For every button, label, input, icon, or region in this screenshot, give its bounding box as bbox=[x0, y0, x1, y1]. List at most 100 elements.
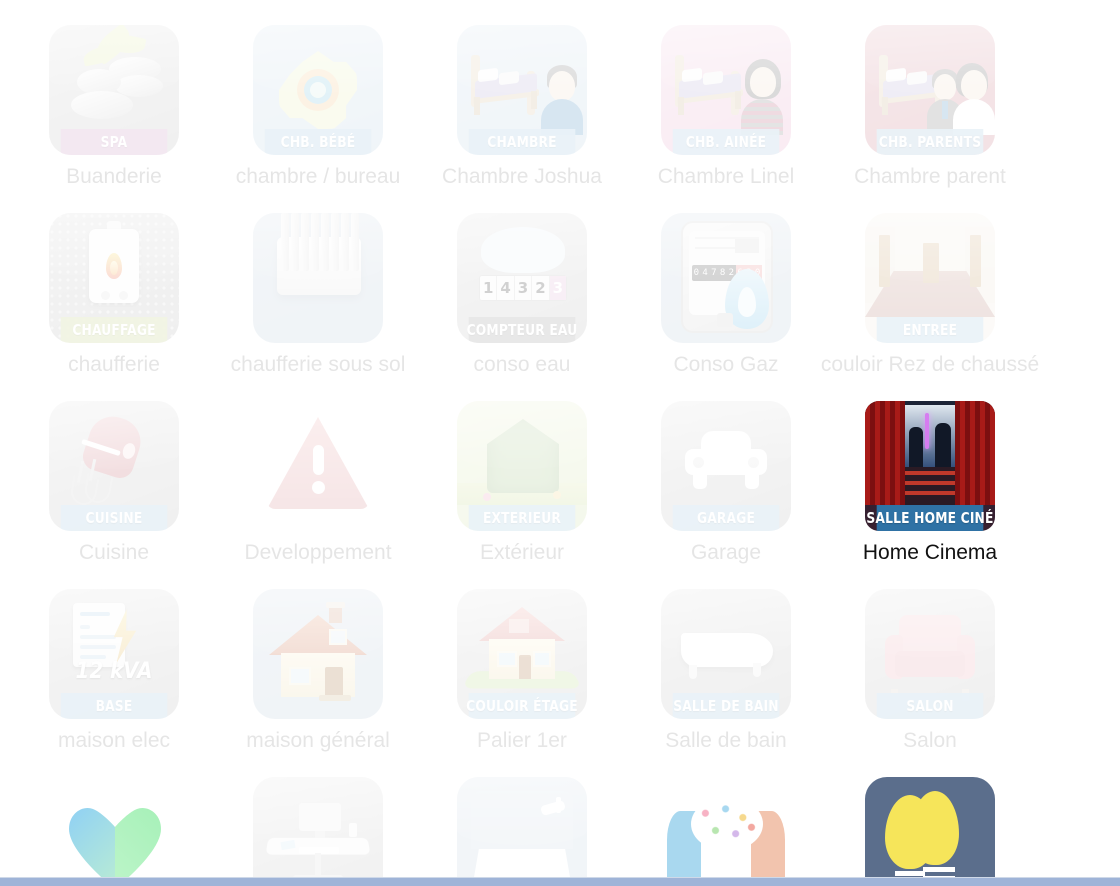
heart-icon[interactable] bbox=[49, 777, 179, 886]
grid-item-conso-gaz[interactable]: 0 4 7 8 2 6 2 0 Conso Gaz bbox=[624, 188, 828, 376]
grid-item-heart[interactable] bbox=[12, 752, 216, 886]
bottom-scroll-bar[interactable] bbox=[0, 877, 1120, 886]
tile-ribbon: BASE bbox=[60, 693, 168, 719]
grid-item-maison-general[interactable]: maison général bbox=[216, 564, 420, 752]
grid-item-exterieur[interactable]: EXTERIEUR Extérieur bbox=[420, 376, 624, 564]
boiler-icon[interactable]: CHAUFFAGE bbox=[49, 213, 179, 343]
tile-ribbon: CHB. BÉBÉ bbox=[264, 129, 372, 155]
tile-ribbon: SALLE HOME CINÉ bbox=[866, 505, 993, 531]
radiator-icon[interactable] bbox=[253, 213, 383, 343]
bathtub-icon[interactable]: SALLE DE BAIN bbox=[661, 589, 791, 719]
item-caption: Developpement bbox=[244, 541, 392, 564]
bed-boy-icon[interactable]: CHAMBRE bbox=[457, 25, 587, 155]
tile-ribbon: CHB. PARENTS bbox=[876, 129, 984, 155]
grid-item-developpement[interactable]: Developpement bbox=[216, 376, 420, 564]
desk-icon[interactable] bbox=[253, 777, 383, 886]
grid-item-chaufferie-sous-sol[interactable]: chaufferie sous sol bbox=[216, 188, 420, 376]
item-caption: chambre / bureau bbox=[235, 165, 401, 188]
grid-item-two-bulbs[interactable] bbox=[828, 752, 1032, 886]
spa-stones-icon[interactable]: SPA bbox=[49, 25, 179, 155]
shower-icon[interactable] bbox=[457, 777, 587, 886]
grid-item-maison-elec[interactable]: 12 kVA BASE maison elec bbox=[12, 564, 216, 752]
icon-grid: SPA Buanderie CHB. BÉBÉ chambre / bureau bbox=[0, 0, 1120, 886]
grid-item-couloir-rdc[interactable]: ENTREE couloir Rez de chaussé bbox=[821, 188, 1039, 376]
digit: 4 bbox=[702, 268, 708, 278]
digit: 7 bbox=[711, 268, 717, 278]
grid-item-home-cinema[interactable]: SALLE HOME CINÉ Home Cinema bbox=[828, 376, 1032, 564]
item-caption: chaufferie sous sol bbox=[230, 353, 406, 376]
water-meter-icon[interactable]: 1 4 3 2 3 COMPTEUR EAU bbox=[457, 213, 587, 343]
item-caption: maison général bbox=[246, 729, 390, 752]
home-cinema-icon[interactable]: SALLE HOME CINÉ bbox=[865, 401, 995, 531]
digit: 8 bbox=[719, 268, 726, 278]
tile-ribbon: CHAUFFAGE bbox=[60, 317, 168, 343]
grid-item-conso-eau[interactable]: 1 4 3 2 3 COMPTEUR EAU conso eau bbox=[420, 188, 624, 376]
item-caption: Extérieur bbox=[479, 541, 565, 564]
item-caption: Salle de bain bbox=[665, 729, 787, 752]
tile-ribbon: COMPTEUR EAU bbox=[467, 317, 577, 343]
item-caption: chaufferie bbox=[68, 353, 160, 376]
item-caption: Buanderie bbox=[66, 165, 162, 188]
grid-item-salon[interactable]: SALON Salon bbox=[828, 564, 1032, 752]
tile-ribbon: EXTERIEUR bbox=[468, 505, 576, 531]
kva-badge: 12 kVA bbox=[75, 659, 153, 684]
grid-item-chambre-linel[interactable]: CHB. AINÉE Chambre Linel bbox=[624, 0, 828, 188]
bed-couple-icon[interactable]: CHB. PARENTS bbox=[865, 25, 995, 155]
grid-item-palier-1er[interactable]: COULOIR ÉTAGE Palier 1er bbox=[420, 564, 624, 752]
grid-item-buanderie[interactable]: SPA Buanderie bbox=[12, 0, 216, 188]
item-caption: maison elec bbox=[57, 729, 171, 752]
tile-ribbon: GARAGE bbox=[672, 505, 780, 531]
grid-item-salle-de-bain[interactable]: SALLE DE BAIN Salle de bain bbox=[624, 564, 828, 752]
tile-ribbon: COULOIR ÉTAGE bbox=[466, 693, 578, 719]
digit: 1 bbox=[480, 276, 498, 300]
armchair-icon[interactable]: SALON bbox=[865, 589, 995, 719]
icon-grid-page: SPA Buanderie CHB. BÉBÉ chambre / bureau bbox=[0, 0, 1120, 886]
digit: 3 bbox=[515, 276, 533, 300]
item-caption: conso eau bbox=[473, 353, 571, 376]
water-meter-digits: 1 4 3 2 3 bbox=[479, 275, 567, 301]
item-caption: Home Cinema bbox=[862, 541, 998, 564]
tile-ribbon: SALON bbox=[876, 693, 984, 719]
item-caption: couloir Rez de chaussé bbox=[820, 353, 1040, 376]
tile-ribbon: CHAMBRE bbox=[468, 129, 576, 155]
hand-mixer-icon[interactable]: CUISINE bbox=[49, 401, 179, 531]
house-icon[interactable] bbox=[253, 589, 383, 719]
tile-ribbon: SALLE DE BAIN bbox=[672, 693, 780, 719]
grid-item-chambre-parent[interactable]: CHB. PARENTS Chambre parent bbox=[828, 0, 1032, 188]
item-caption: Chambre Linel bbox=[657, 165, 795, 188]
tile-ribbon: CHB. AINÉE bbox=[672, 129, 780, 155]
tile-ribbon: SPA bbox=[60, 129, 168, 155]
grid-item-desk[interactable] bbox=[216, 752, 420, 886]
grid-item-cuisine[interactable]: CUISINE Cuisine bbox=[12, 376, 216, 564]
grid-item-chambre-bureau[interactable]: CHB. BÉBÉ chambre / bureau bbox=[216, 0, 420, 188]
item-caption: Palier 1er bbox=[477, 729, 567, 752]
digit: 4 bbox=[497, 276, 515, 300]
item-caption: Cuisine bbox=[78, 541, 150, 564]
corridor-icon[interactable]: ENTREE bbox=[865, 213, 995, 343]
house-plot-icon[interactable]: COULOIR ÉTAGE bbox=[457, 589, 587, 719]
gas-meter-icon[interactable]: 0 4 7 8 2 6 2 0 bbox=[661, 213, 791, 343]
grid-item-shower[interactable] bbox=[420, 752, 624, 886]
item-caption: Salon bbox=[903, 729, 957, 752]
electric-meter-icon[interactable]: 12 kVA BASE bbox=[49, 589, 179, 719]
two-bulbs-icon[interactable] bbox=[865, 777, 995, 886]
speech-heads-icon[interactable] bbox=[661, 777, 791, 886]
pacifier-icon[interactable]: CHB. BÉBÉ bbox=[253, 25, 383, 155]
item-caption: Conso Gaz bbox=[673, 353, 779, 376]
car-icon[interactable]: GARAGE bbox=[661, 401, 791, 531]
item-caption: Chambre parent bbox=[854, 165, 1006, 188]
digit: 2 bbox=[532, 276, 550, 300]
item-caption: Chambre Joshua bbox=[442, 165, 602, 188]
grid-item-speech-heads[interactable] bbox=[624, 752, 828, 886]
tile-ribbon: CUISINE bbox=[60, 505, 168, 531]
warning-triangle-icon[interactable] bbox=[253, 401, 383, 531]
digit: 3 bbox=[549, 276, 567, 300]
tile-ribbon: ENTREE bbox=[876, 317, 984, 343]
grid-item-chaufferie[interactable]: CHAUFFAGE chaufferie bbox=[12, 188, 216, 376]
digit: 0 bbox=[693, 268, 700, 278]
grid-item-chambre-joshua[interactable]: CHAMBRE Chambre Joshua bbox=[420, 0, 624, 188]
bed-girl-icon[interactable]: CHB. AINÉE bbox=[661, 25, 791, 155]
grid-item-garage[interactable]: GARAGE Garage bbox=[624, 376, 828, 564]
topiary-house-icon[interactable]: EXTERIEUR bbox=[457, 401, 587, 531]
item-caption: Garage bbox=[690, 541, 762, 564]
